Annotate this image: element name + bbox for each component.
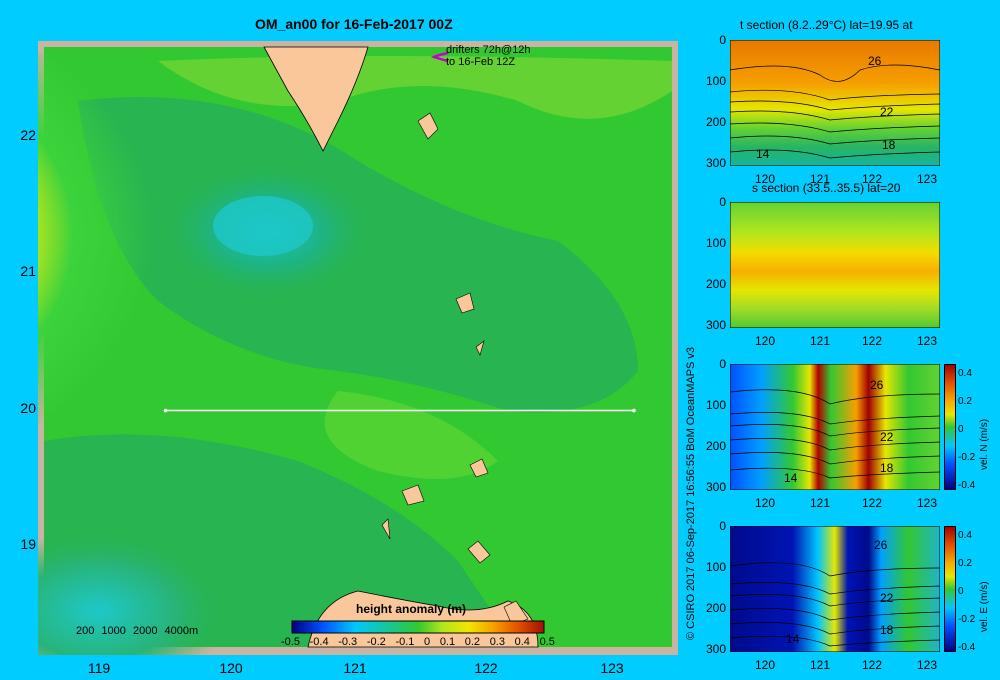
panel-x-tick: 121 [809,496,831,510]
colorbar-tick: -0.1 [395,636,415,648]
contour-label: 18 [880,623,894,637]
salinity-section [730,202,940,328]
panel-x-tick: 123 [916,496,938,510]
colorbar-title: height anomaly (m) [356,602,467,616]
panel-x-tick: 120 [754,496,776,510]
credit-text: © CSIRO 2017 06-Sep-2017 16:56:55 BoM Oc… [685,346,697,640]
map-x-tick: 121 [343,660,367,676]
vel-e-colorbar [944,526,956,652]
contour-label: 26 [874,538,888,552]
colorbar-tick: 0 [424,636,431,648]
drifters-line2: to 16-Feb 12Z [446,56,516,68]
vel-colorbar-tick: -0.2 [958,452,976,463]
depth-legend-item: 200 [76,625,95,637]
panel-y-tick: 300 [705,480,726,494]
panel-y-tick: 0 [719,357,726,371]
section-line-start [163,408,168,413]
map-x-tick: 122 [474,660,498,676]
panel-y-tick: 0 [719,195,726,209]
vel-n-colorbar [944,364,956,490]
map-y-tick: 20 [20,400,36,416]
panel-x-tick: 122 [861,496,883,510]
vel-colorbar-tick: 0.4 [958,530,972,541]
panel-x-tick: 123 [916,334,938,348]
drifters-label: drifters 72h@12h to 16-Feb 12Z [446,44,531,68]
panel-y-tick: 200 [705,439,726,453]
contour-label: 18 [880,461,894,475]
panel-y-tick: 200 [705,277,726,291]
panel-title-temperature: t section (8.2..29°C) lat=19.95 at [740,18,913,32]
contour-label: 18 [882,138,896,152]
colorbar-tick: -0.5 [281,636,300,648]
panel-y-tick: 0 [719,519,726,533]
map-x-tick: 123 [600,660,624,676]
panel-y-tick: 100 [705,74,726,88]
contour-label: 14 [786,632,800,646]
colorbar-tick: -0.3 [338,636,358,648]
contour-label: 26 [870,378,884,392]
contour-label: 22 [880,430,894,444]
height-anomaly-map [38,41,678,655]
depth-legend-item: 1000 [101,625,126,637]
velocity-east-section [730,526,940,652]
panel-y-tick: 300 [705,156,726,170]
colorbar-tick: 0.4 [514,636,530,648]
contour-label: 26 [868,54,882,68]
panel-x-tick: 121 [809,334,831,348]
colorbar-tick: -0.4 [309,636,329,648]
drifters-line1: drifters 72h@12h [446,44,531,56]
height-colorbar [291,620,545,634]
vel-colorbar-tick: 0 [958,586,964,597]
colorbar-tick: -0.2 [366,636,386,648]
velocity-north-section [730,364,940,490]
map-y-tick: 19 [20,536,36,552]
panel-x-tick: 122 [861,658,883,672]
contour-label: 22 [880,591,894,605]
contour-label: 22 [880,105,894,119]
vel-e-colorbar-label: vel. E (m/s) [979,581,990,632]
panel-y-tick: 100 [705,398,726,412]
map-y-tick: 21 [20,263,36,279]
map-x-tick: 119 [87,660,111,676]
panel-x-tick: 120 [754,172,776,186]
vel-colorbar-tick: -0.4 [958,480,976,491]
depth-legend: 200 1000 2000 4000m [76,625,198,637]
section-line-end [632,408,636,413]
map-x-tick: 120 [219,660,243,676]
vel-colorbar-tick: -0.4 [958,642,976,653]
colorbar-tick: 0.3 [489,636,505,648]
panel-y-tick: 100 [705,236,726,250]
contour-label: 14 [756,147,770,161]
panel-x-tick: 120 [754,334,776,348]
colorbar-tick: 0.1 [439,636,456,648]
depth-legend-item: 2000 [132,625,158,637]
panel-x-tick: 121 [809,172,831,186]
vel-n-colorbar-label: vel. N (m/s) [979,418,990,470]
panel-y-tick: 0 [719,33,726,47]
panel-x-tick: 120 [754,658,776,672]
map-y-tick: 22 [20,127,36,143]
panel-x-tick: 123 [916,658,938,672]
contour-label: 14 [784,471,798,485]
panel-y-tick: 200 [705,601,726,615]
vel-colorbar-tick: 0.4 [958,368,972,379]
vel-colorbar-tick: -0.2 [958,614,976,625]
vel-colorbar-tick: 0.2 [958,558,972,569]
colorbar-ticks: -0.5 -0.4 -0.3 -0.2 -0.1 0 0.1 0.2 0.3 0.4 0.5 [281,636,555,648]
map-title: OM_an00 for 16-Feb-2017 00Z [255,16,453,32]
panel-x-tick: 122 [861,334,883,348]
panel-y-tick: 200 [705,115,726,129]
vel-colorbar-tick: 0.2 [958,396,972,407]
panel-y-tick: 100 [705,560,726,574]
colorbar-tick: 0.5 [539,636,555,648]
vel-colorbar-tick: 0 [958,424,964,435]
panel-y-tick: 300 [705,318,726,332]
panel-x-tick: 121 [809,658,831,672]
panel-y-tick: 300 [705,642,726,656]
panel-x-tick: 123 [916,172,938,186]
depth-legend-item: 4000m [164,625,199,637]
colorbar-tick: 0.2 [464,636,481,648]
panel-x-tick: 122 [861,172,883,186]
